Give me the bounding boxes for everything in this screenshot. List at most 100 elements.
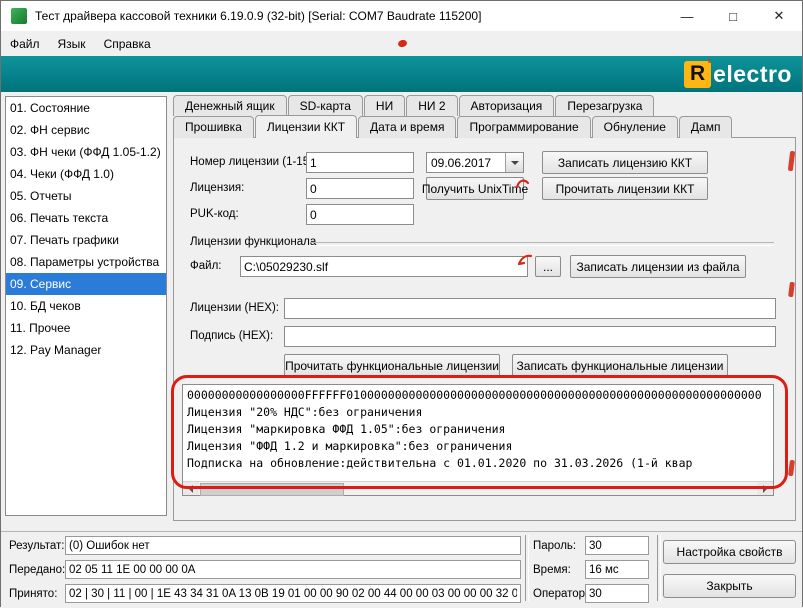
menubar: Файл Язык Справка (1, 31, 802, 56)
tab-date-time[interactable]: Дата и время (358, 116, 456, 138)
read-license-button[interactable]: Прочитать лицензии ККТ (542, 177, 708, 200)
date-picker[interactable]: 09.06.2017 (426, 152, 524, 173)
signature-hex-label: Подпись (HEX): (190, 330, 273, 342)
sidebar-item-reports[interactable]: 05. Отчеты (6, 185, 166, 207)
write-licenses-from-file-button[interactable]: Записать лицензии из файла (570, 255, 746, 278)
result-field[interactable] (65, 536, 521, 555)
sidebar-item-device-params[interactable]: 08. Параметры устройства (6, 251, 166, 273)
sidebar-item-fn-service[interactable]: 02. ФН сервис (6, 119, 166, 141)
licenses-hex-label: Лицензии (HEX): (190, 302, 279, 314)
properties-settings-button[interactable]: Настройка свойств (663, 540, 796, 564)
statusbar: Результат: Передано: Принято: Пароль: Вр… (1, 531, 802, 608)
file-path-input[interactable] (240, 256, 528, 277)
license-input[interactable] (306, 178, 414, 199)
window-controls: — □ ✕ (664, 1, 802, 31)
scroll-right-button[interactable] (757, 482, 773, 495)
license-number-input[interactable] (306, 152, 414, 173)
tab-programming[interactable]: Программирование (457, 116, 590, 138)
minimize-button[interactable]: — (664, 1, 710, 31)
sidebar-item-service[interactable]: 09. Сервис (6, 273, 166, 295)
output-line: 00000000000000000FFFFFF01000000000000000… (187, 387, 769, 404)
tab-reboot[interactable]: Перезагрузка (555, 95, 654, 116)
date-dropdown-button[interactable] (505, 153, 523, 172)
brand-banner: R ² electro (1, 56, 802, 92)
menu-file[interactable]: Файл (1, 34, 49, 54)
tab-cash-drawer[interactable]: Денежный ящик (173, 95, 287, 116)
file-label: Файл: (190, 260, 221, 272)
scrollbar-thumb[interactable] (200, 483, 344, 496)
tab-ni[interactable]: НИ (364, 95, 405, 116)
time-label: Время: (533, 564, 571, 576)
titlebar: Тест драйвера кассовой техники 6.19.0.9 … (1, 1, 802, 31)
tab-strip-top: Денежный ящик SD-карта НИ НИ 2 Авторизац… (173, 95, 655, 116)
sidebar-item-print-graphics[interactable]: 07. Печать графики (6, 229, 166, 251)
menu-language[interactable]: Язык (49, 34, 95, 54)
functional-licenses-group-title: Лицензии функционала (190, 236, 316, 248)
scroll-left-icon (185, 485, 193, 493)
signature-hex-input[interactable] (284, 326, 776, 347)
operator-field[interactable] (585, 584, 649, 603)
license-number-label: Номер лицензии (1-15) (190, 156, 313, 168)
chevron-down-icon (511, 161, 519, 169)
tab-authorization[interactable]: Авторизация (459, 95, 555, 116)
sidebar-item-checks[interactable]: 04. Чеки (ФФД 1.0) (6, 163, 166, 185)
received-field[interactable] (65, 584, 521, 603)
logo-superscript: ² (708, 58, 711, 69)
tab-reset[interactable]: Обнуление (592, 116, 678, 138)
close-button[interactable]: ✕ (756, 1, 802, 31)
status-divider-right (657, 535, 661, 601)
date-value: 09.06.2017 (427, 156, 505, 170)
window-title: Тест драйвера кассовой техники 6.19.0.9 … (35, 9, 481, 23)
brand-logo: R ² electro (684, 61, 792, 88)
tab-dump[interactable]: Дамп (679, 116, 733, 138)
app-icon (11, 8, 27, 24)
sidebar-item-print-text[interactable]: 06. Печать текста (6, 207, 166, 229)
horizontal-scrollbar[interactable] (183, 481, 773, 495)
sidebar-item-other[interactable]: 11. Прочее (6, 317, 166, 339)
operator-label: Оператор: (533, 588, 588, 600)
maximize-button[interactable]: □ (710, 1, 756, 31)
browse-file-button[interactable]: ... (535, 256, 561, 277)
logo-r-badge: R ² (684, 61, 711, 88)
logo-r-letter: R (690, 62, 705, 86)
tab-firmware[interactable]: Прошивка (173, 116, 254, 138)
menu-help[interactable]: Справка (95, 34, 160, 54)
output-text: 00000000000000000FFFFFF01000000000000000… (183, 385, 773, 485)
password-label: Пароль: (533, 540, 576, 552)
puk-label: PUK-код: (190, 208, 239, 220)
sidebar-item-fn-checks[interactable]: 03. ФН чеки (ФФД 1.05-1.2) (6, 141, 166, 163)
tab-licenses-kkt[interactable]: Лицензии ККТ (255, 115, 357, 138)
sent-field[interactable] (65, 560, 521, 579)
output-memo[interactable]: 00000000000000000FFFFFF01000000000000000… (182, 384, 774, 496)
password-field[interactable] (585, 536, 649, 555)
tab-sd-card[interactable]: SD-карта (288, 95, 363, 116)
output-line: Подписка на обновление:действительна с 0… (187, 455, 769, 472)
read-functional-licenses-button[interactable]: Прочитать функциональные лицензии (284, 354, 500, 377)
tab-ni2[interactable]: НИ 2 (406, 95, 457, 116)
write-functional-licenses-button[interactable]: Записать функциональные лицензии (512, 354, 728, 377)
time-field[interactable] (585, 560, 649, 579)
license-label: Лицензия: (190, 182, 244, 194)
status-divider-left (525, 535, 529, 601)
received-label: Принято: (9, 588, 57, 600)
output-line: Лицензия "маркировка ФФД 1.05":без огран… (187, 421, 769, 438)
close-app-button[interactable]: Закрыть (663, 574, 796, 598)
output-line: Лицензия "ФФД 1.2 и маркировка":без огра… (187, 438, 769, 455)
tab-strip-bottom: Прошивка Лицензии ККТ Дата и время Прогр… (173, 116, 733, 138)
output-line: Лицензия "20% НДС":без ограничения (187, 404, 769, 421)
get-unixtime-button[interactable]: Получить UnixTime (426, 177, 524, 200)
sidebar-nav: 01. Состояние 02. ФН сервис 03. ФН чеки … (5, 96, 167, 516)
logo-text: electro (713, 61, 792, 88)
result-label: Результат: (9, 540, 65, 552)
puk-input[interactable] (306, 204, 414, 225)
group-divider (310, 242, 774, 246)
sidebar-item-state[interactable]: 01. Состояние (6, 97, 166, 119)
scroll-left-button[interactable] (183, 482, 199, 495)
write-license-button[interactable]: Записать лицензию ККТ (542, 151, 708, 174)
licenses-panel: Номер лицензии (1-15) 09.06.2017 Записат… (173, 137, 796, 521)
sidebar-item-db-checks[interactable]: 10. БД чеков (6, 295, 166, 317)
licenses-hex-input[interactable] (284, 298, 776, 319)
sidebar-item-pay-manager[interactable]: 12. Pay Manager (6, 339, 166, 361)
scroll-right-icon (763, 485, 771, 493)
sent-label: Передано: (9, 564, 65, 576)
